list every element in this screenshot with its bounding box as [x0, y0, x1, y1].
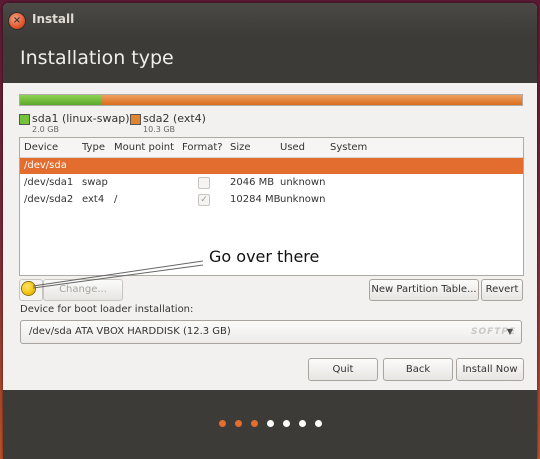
boot-loader-label: Device for boot loader installation:	[20, 304, 194, 315]
progress-step-dot	[299, 420, 306, 427]
installer-window: × Install Installation type sda1 (linux-…	[3, 3, 537, 459]
boot-loader-value: /dev/sda ATA VBOX HARDDISK (12.3 GB)	[29, 326, 231, 337]
progress-footer	[3, 390, 537, 459]
progress-step-dot	[251, 420, 258, 427]
quit-button[interactable]: Quit	[308, 358, 378, 381]
progress-step-dot	[267, 420, 274, 427]
watermark: SOFTPE	[471, 327, 517, 337]
progress-step-dot	[315, 420, 322, 427]
back-button[interactable]: Back	[383, 358, 453, 381]
progress-step-dot	[283, 420, 290, 427]
install-now-button[interactable]: Install Now	[456, 358, 524, 381]
progress-step-dot	[219, 420, 226, 427]
boot-loader-select[interactable]: /dev/sda ATA VBOX HARDDISK (12.3 GB) ▼	[20, 320, 522, 344]
annotation-text: Go over there	[209, 247, 320, 266]
progress-step-dot	[235, 420, 242, 427]
